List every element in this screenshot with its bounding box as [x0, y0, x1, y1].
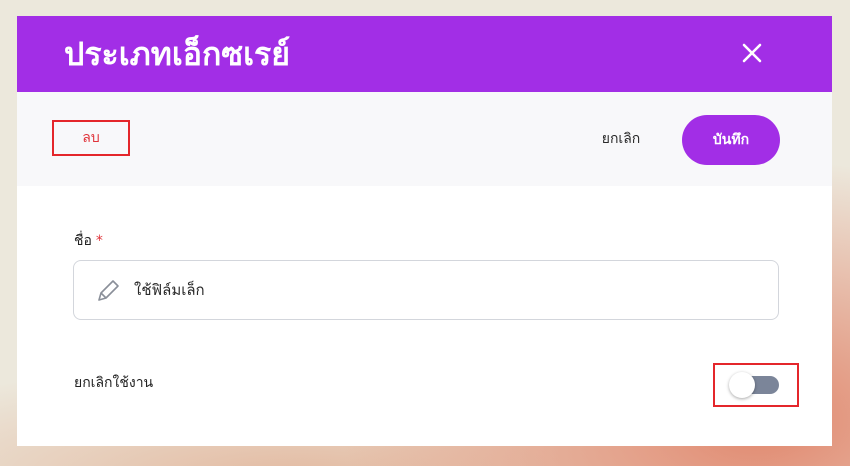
cancel-button-label: ยกเลิก	[601, 131, 641, 147]
required-asterisk: *	[95, 233, 103, 249]
delete-button[interactable]: ลบ	[52, 120, 130, 156]
save-button-label: บันทึก	[712, 132, 750, 148]
name-field-label: ชื่อ *	[74, 230, 103, 252]
name-field[interactable]	[73, 260, 779, 320]
cancel-button[interactable]: ยกเลิก	[585, 121, 657, 157]
name-label-text: ชื่อ	[74, 233, 92, 249]
name-input[interactable]	[134, 275, 734, 305]
xray-type-dialog: ประเภทเอ็กซเรย์ ลบ ยกเลิก บันทึก ชื่อ* ย…	[17, 16, 832, 446]
delete-button-label: ลบ	[82, 130, 100, 146]
dialog-header: ประเภทเอ็กซเรย์	[17, 16, 832, 92]
disable-toggle[interactable]	[713, 363, 799, 407]
save-button[interactable]: บันทึก	[682, 115, 780, 165]
toggle-knob	[729, 372, 755, 398]
close-icon	[742, 43, 762, 63]
close-button[interactable]	[737, 38, 767, 68]
dialog-title: ประเภทเอ็กซเรย์	[64, 35, 290, 73]
pencil-icon	[98, 280, 119, 301]
disable-label: ยกเลิกใช้งาน	[74, 375, 154, 391]
